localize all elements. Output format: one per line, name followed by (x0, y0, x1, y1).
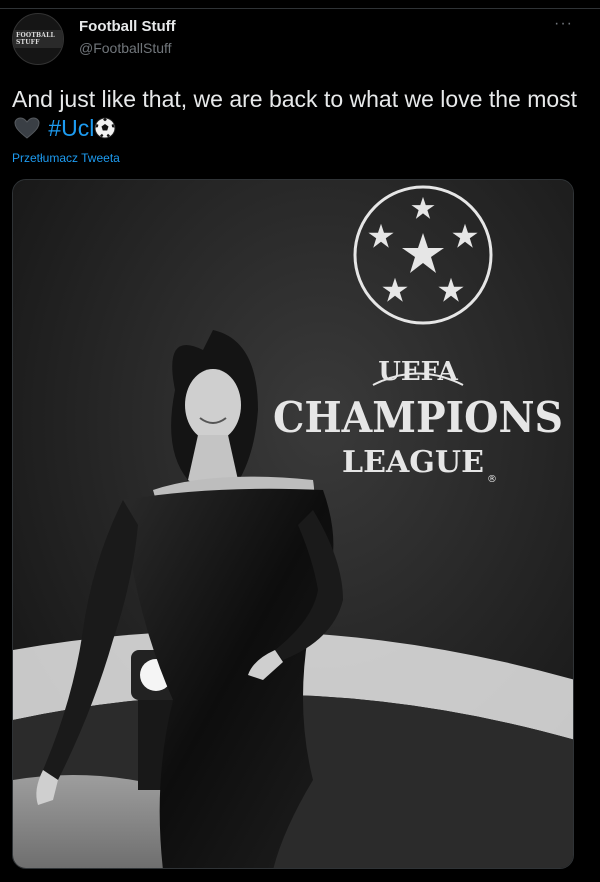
soccer-ball-icon (94, 117, 116, 139)
more-options-icon[interactable]: ··· (554, 15, 573, 33)
photo-scene: UEFA CHAMPIONS LEAGUE ® (13, 180, 573, 868)
translate-tweet-link[interactable]: Przetłumacz Tweeta (12, 151, 120, 165)
tweet-text: And just like that, we are back to what … (12, 86, 578, 112)
hashtag-link[interactable]: #Ucl (48, 115, 94, 141)
tweet-text-block: And just like that, we are back to what … (12, 85, 582, 143)
account-handle[interactable]: @FootballStuff (79, 40, 172, 56)
tweet: FOOTBALL STUFF Football Stuff @FootballS… (0, 9, 600, 882)
logo-uefa-text: UEFA (378, 357, 458, 387)
logo-league-text: LEAGUE (342, 445, 484, 480)
top-divider (0, 0, 600, 9)
avatar[interactable]: FOOTBALL STUFF (12, 13, 64, 65)
black-heart-icon (14, 117, 40, 139)
tweet-photo[interactable]: UEFA CHAMPIONS LEAGUE ® (12, 179, 574, 869)
account-name[interactable]: Football Stuff (79, 18, 176, 35)
avatar-logo-text: FOOTBALL STUFF (13, 30, 63, 48)
registered-mark: ® (487, 474, 497, 485)
logo-champions-text: CHAMPIONS (273, 393, 563, 442)
